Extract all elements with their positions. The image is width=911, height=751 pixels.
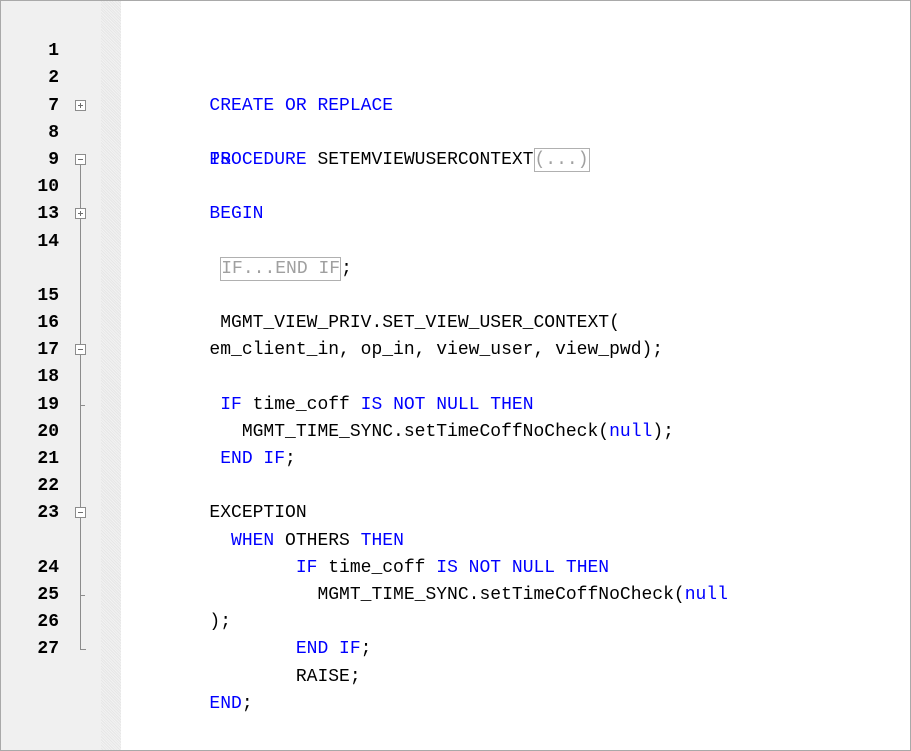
code-editor[interactable]: 1 CREATE OR REPLACE 2 PROCEDURE SETEMVIE…	[0, 0, 911, 751]
code-line[interactable]: 13	[1, 174, 910, 256]
code-line[interactable]: 9	[1, 120, 910, 202]
fold-end-corner	[80, 636, 86, 651]
fold-end	[75, 636, 89, 663]
code-line[interactable]: 17 MGMT_TIME_SYNC.setTimeCoffNoCheck(nul…	[1, 310, 910, 442]
keyword: END	[209, 693, 242, 714]
code-line[interactable]: 21 WHEN OTHERS THEN	[1, 419, 910, 551]
code-line[interactable]: 8 BEGIN	[1, 93, 910, 225]
code-line[interactable]: 23 MGMT_TIME_SYNC.setTimeCoffNoCheck(nul…	[1, 473, 910, 605]
code-line[interactable]: 18 END IF;	[1, 337, 910, 469]
code-line[interactable]: 27	[1, 609, 910, 659]
line-number: 27	[37, 639, 59, 660]
code-text[interactable]: END;	[123, 664, 253, 746]
code-line[interactable]: 15	[1, 256, 910, 338]
code-line[interactable]: 16 IF time_coff IS NOT NULL THEN	[1, 283, 910, 415]
code-line[interactable]: 1 CREATE OR REPLACE	[1, 11, 910, 115]
code-lines: 1 CREATE OR REPLACE 2 PROCEDURE SETEMVIE…	[1, 11, 910, 714]
code-line[interactable]: 7 IS	[1, 65, 910, 170]
code-line[interactable]: 25 RAISE;	[1, 555, 910, 687]
code-line[interactable]: 19	[1, 364, 910, 447]
code-line[interactable]: 20 EXCEPTION	[1, 392, 910, 524]
code-line[interactable]: 14 MGMT_VIEW_PRIV.SET_VIEW_USER_CONTEXT(	[1, 201, 910, 334]
code-line-wrapped[interactable]: );	[1, 500, 910, 632]
identifier: ;	[241, 693, 253, 714]
code-line[interactable]: 22 IF time_coff IS NOT NULL THEN	[1, 446, 910, 578]
code-line-wrapped[interactable]: em_client_in, op_in, view_user, view_pwd…	[1, 229, 910, 360]
code-line[interactable]: 10 IF...END IF;	[1, 147, 910, 281]
code-line[interactable]: 26 END;	[1, 582, 910, 714]
code-line[interactable]: 24 END IF;	[1, 528, 910, 660]
identifier: ;	[360, 639, 372, 660]
code-line[interactable]: 2 PROCEDURE SETEMVIEWUSERCONTEXT(...)	[1, 38, 910, 172]
